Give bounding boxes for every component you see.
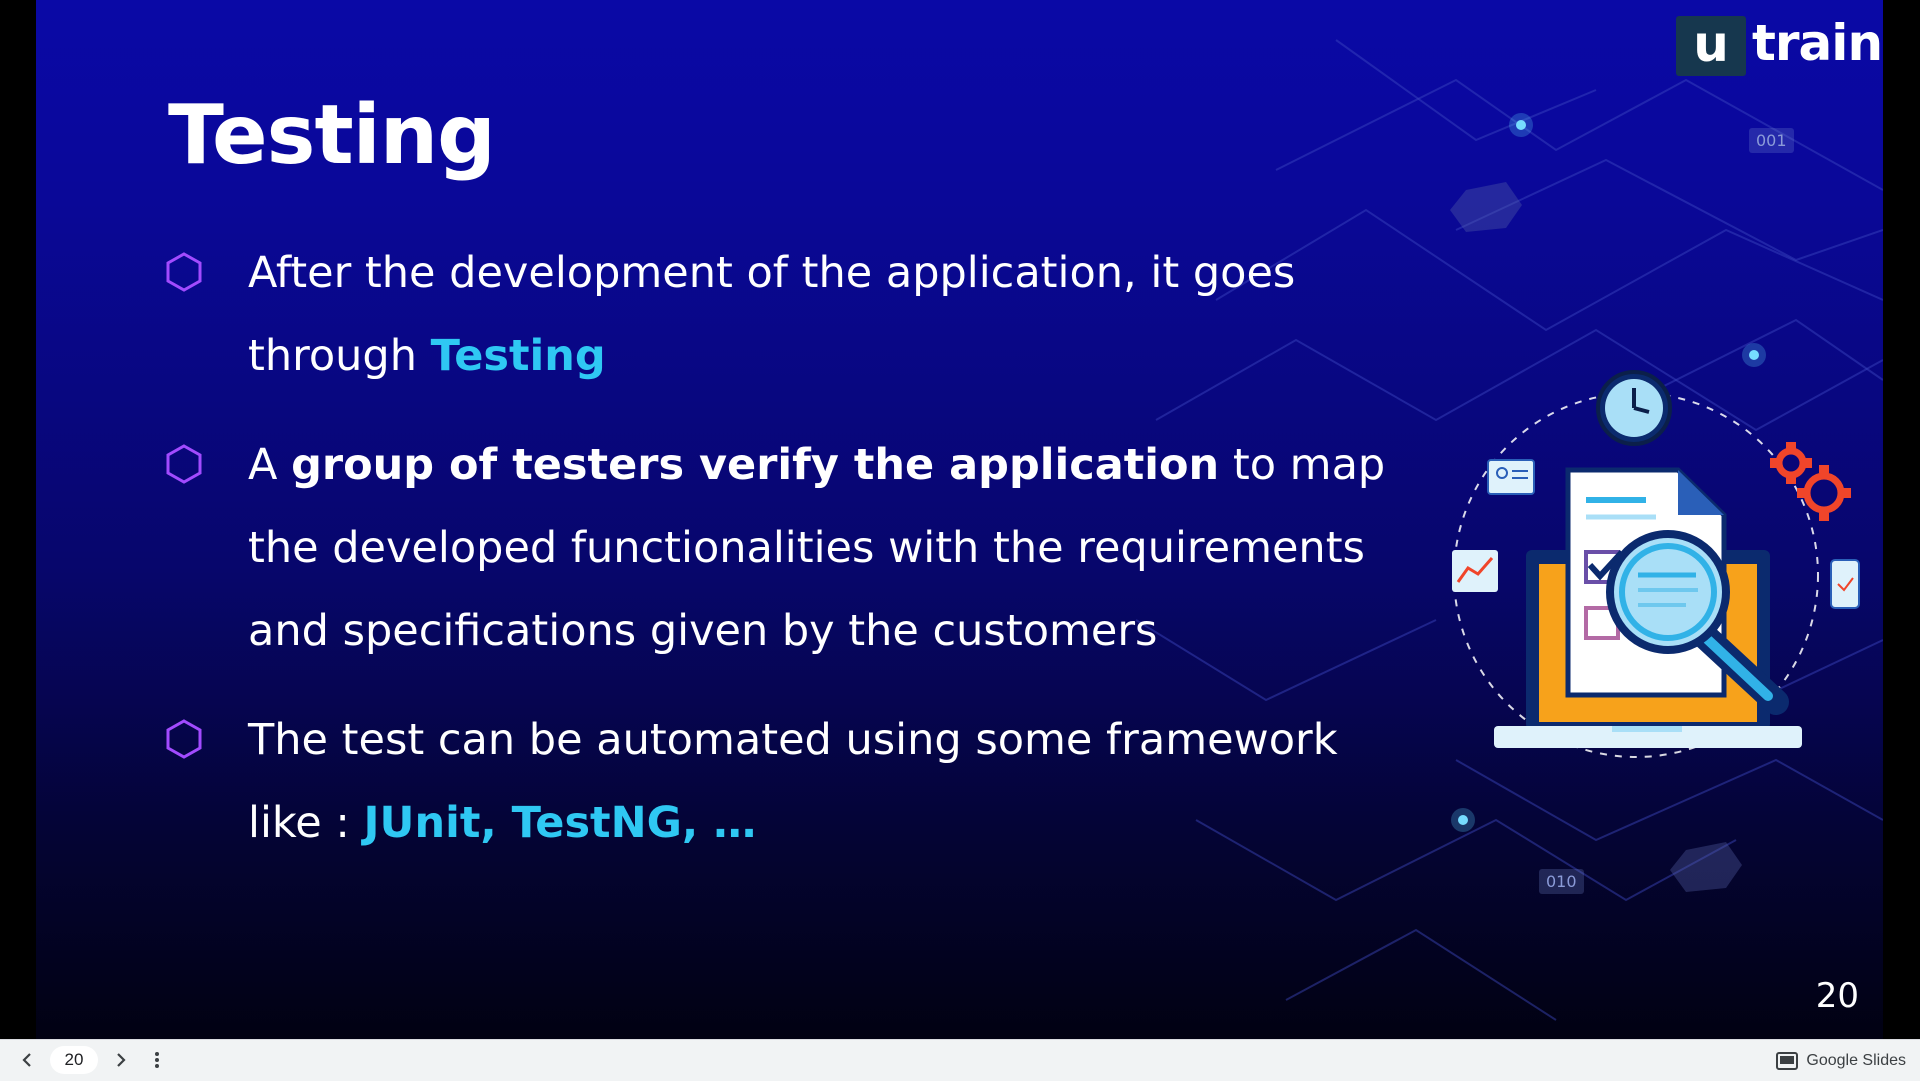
page-number-input[interactable]: 20 [50,1046,98,1074]
slide-title: Testing [168,88,496,183]
bullet-list: After the development of the application… [164,232,1394,891]
hexagon-bullet-icon [166,719,202,759]
bullet-text: A group of testers verify the applicatio… [248,424,1394,673]
binary-tag: 010 [1539,869,1584,894]
google-slides-brand[interactable]: Google Slides [1776,1049,1906,1073]
bullet-item: The test can be automated using some fra… [164,699,1394,865]
bullet-text: After the development of the application… [248,232,1394,398]
slides-icon [1776,1052,1799,1070]
brand-label: Google Slides [1806,1052,1906,1069]
utrain-logo: u train [1676,14,1883,76]
bold-phrase: group of testers verify the application [291,440,1220,490]
highlight-testing: Testing [430,331,606,381]
bullet-part: After the development of the application… [248,248,1296,381]
logo-train: train [1752,14,1883,72]
bullet-part: A [248,440,292,490]
presentation-stage: 001 010 u train Testing After the develo… [0,0,1920,1039]
logo-u: u [1676,16,1746,76]
slide: 001 010 u train Testing After the develo… [36,0,1883,1039]
bullet-text: The test can be automated using some fra… [248,699,1394,865]
bullet-item: A group of testers verify the applicatio… [164,424,1394,673]
hexagon-bullet-icon [166,252,202,292]
slide-number: 20 [1815,976,1859,1016]
highlight-frameworks: JUnit, TestNG, … [363,798,757,848]
hexagon-bullet-icon [166,444,202,484]
presentation-toolbar: 20 Google Slides [0,1039,1920,1081]
binary-tag: 001 [1749,128,1794,153]
chevron-right-icon[interactable] [108,1047,134,1073]
bullet-item: After the development of the application… [164,232,1394,398]
chevron-left-icon[interactable] [14,1047,40,1073]
testing-illustration [1452,370,1860,758]
clock-icon [1596,370,1672,446]
more-vert-icon[interactable] [144,1047,170,1073]
